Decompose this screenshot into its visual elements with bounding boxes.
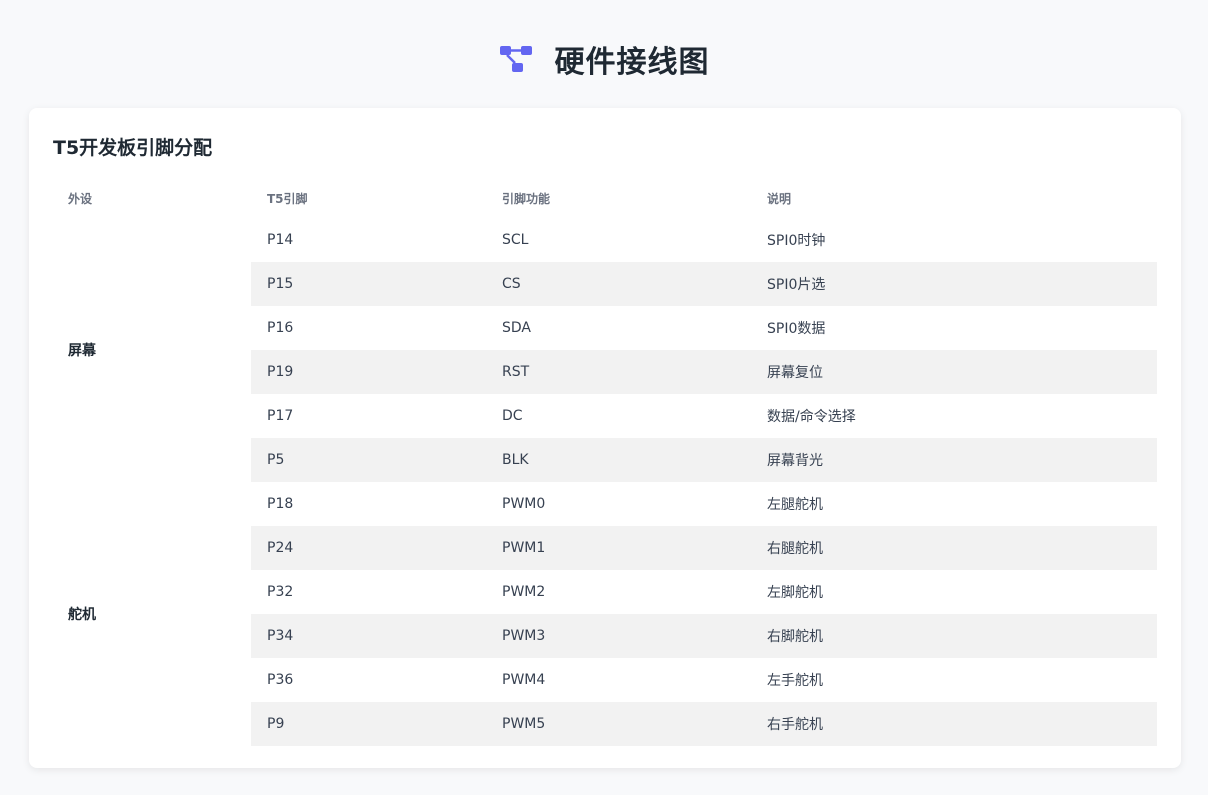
description-cell: 左手舵机 bbox=[767, 673, 823, 689]
pin-cell: P17 bbox=[267, 408, 294, 424]
description-cell: SPI0数据 bbox=[767, 321, 826, 337]
column-header-t5-pin: T5引脚 bbox=[267, 191, 308, 206]
table-row: 屏幕 P14 SCL SPI0时钟 bbox=[52, 218, 1157, 482]
pin-cell: P24 bbox=[251, 526, 486, 570]
function-cell: CS bbox=[486, 262, 751, 306]
function-cell: PWM3 bbox=[486, 614, 751, 658]
description-cell: 屏幕复位 bbox=[751, 350, 1157, 394]
pin-cell: P16 bbox=[267, 320, 294, 336]
card-title: T5开发板引脚分配 bbox=[53, 137, 213, 159]
pin-cell: P34 bbox=[251, 614, 486, 658]
pin-cell: P15 bbox=[251, 262, 486, 306]
pin-cell: P19 bbox=[251, 350, 486, 394]
description-cell: SPI0片选 bbox=[751, 262, 1157, 306]
description-cell: 右腿舵机 bbox=[751, 526, 1157, 570]
group-label-screen: 屏幕 bbox=[52, 218, 251, 482]
function-cell: SDA bbox=[502, 320, 531, 336]
function-cell: PWM0 bbox=[502, 496, 546, 512]
table-header-row: 外设 T5引脚 引脚功能 说明 bbox=[52, 178, 1157, 218]
function-cell: PWM5 bbox=[486, 702, 751, 746]
description-cell: 右手舵机 bbox=[751, 702, 1157, 746]
column-header-pin-function: 引脚功能 bbox=[502, 191, 551, 206]
function-cell: PWM4 bbox=[502, 672, 546, 688]
column-header-description: 说明 bbox=[767, 191, 792, 206]
description-cell: 数据/命令选择 bbox=[767, 409, 856, 425]
pin-cell: P5 bbox=[251, 438, 486, 482]
pin-cell: P32 bbox=[267, 584, 294, 600]
pin-table: 外设 T5引脚 引脚功能 说明 屏幕 P14 SCL SPI0时钟 P15 CS… bbox=[52, 178, 1157, 746]
description-cell: 左腿舵机 bbox=[767, 497, 823, 513]
description-cell: 屏幕背光 bbox=[751, 438, 1157, 482]
pin-cell: P9 bbox=[251, 702, 486, 746]
diagram-project-icon bbox=[499, 41, 535, 77]
description-cell: 左脚舵机 bbox=[767, 585, 823, 601]
function-cell: BLK bbox=[486, 438, 751, 482]
function-cell: PWM1 bbox=[486, 526, 751, 570]
pin-cell: P36 bbox=[267, 672, 294, 688]
group-label-servo: 舵机 bbox=[52, 482, 251, 746]
function-cell: DC bbox=[502, 408, 523, 424]
description-cell: 右脚舵机 bbox=[751, 614, 1157, 658]
table-row: 舵机 P18 PWM0 左腿舵机 bbox=[52, 482, 1157, 746]
pin-assignment-card: T5开发板引脚分配 外设 T5引脚 引脚功能 说明 屏幕 P14 SCL SPI… bbox=[29, 108, 1181, 768]
function-cell: RST bbox=[486, 350, 751, 394]
column-header-peripheral: 外设 bbox=[68, 191, 93, 206]
page-title: 硬件接线图 bbox=[554, 45, 710, 80]
description-cell: SPI0时钟 bbox=[767, 233, 826, 249]
pin-cell: P18 bbox=[267, 496, 294, 512]
function-cell: PWM2 bbox=[502, 584, 546, 600]
pin-cell: P14 bbox=[267, 232, 294, 248]
function-cell: SCL bbox=[502, 232, 529, 248]
page-header: 硬件接线图 bbox=[0, 36, 1208, 82]
